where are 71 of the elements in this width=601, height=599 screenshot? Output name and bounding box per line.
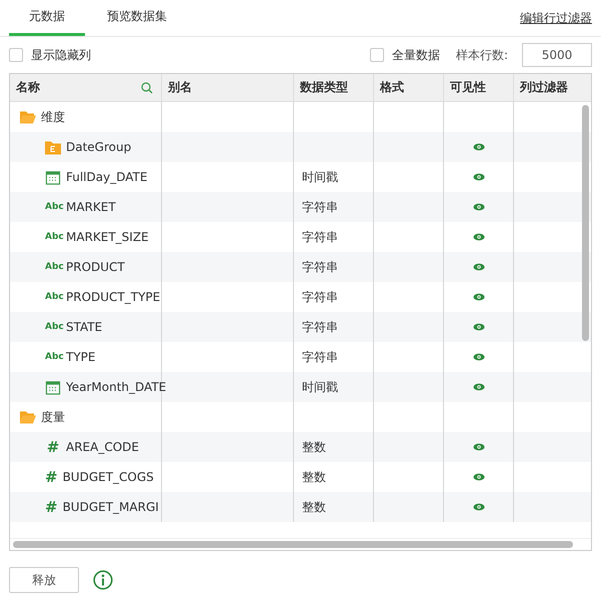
field-name: STATE [66,320,102,334]
field-name: MARKET_SIZE [66,230,149,244]
field-name: PRODUCT [66,260,125,274]
tab[interactable]: 元数据 [9,0,85,36]
search-icon[interactable] [141,82,153,94]
column-header[interactable]: 列过滤器 [514,74,591,101]
eye-icon[interactable] [472,383,484,391]
column-header[interactable]: 别名 [162,74,294,101]
string-type-icon: Abc [45,292,61,302]
calendar-icon [45,380,61,394]
eye-icon[interactable] [472,503,484,511]
data-type: 字符串 [302,318,338,336]
eye-icon[interactable] [472,323,484,331]
tab[interactable]: 预览数据集 [87,0,187,36]
field-name: BUDGET_COGS [62,470,154,484]
checkbox[interactable] [370,48,384,62]
eye-icon[interactable] [472,143,484,151]
sample-rows-field[interactable]: 5000 [522,43,592,67]
calendar-icon [45,170,61,184]
string-type-icon: Abc [45,262,61,272]
field-name: 维度 [41,108,65,126]
string-type-icon: Abc [45,202,61,212]
data-type: 整数 [302,468,326,486]
edit-row-filter-link[interactable]: 编辑行过滤器 [520,10,592,27]
sample-rows-label: 样本行数: [456,46,508,64]
data-type: 时间戳 [302,168,338,186]
folder-icon [20,410,36,424]
eye-icon[interactable] [472,173,484,181]
data-type: 整数 [302,438,326,456]
string-type-icon: Abc [45,322,61,332]
column-header[interactable]: 名称 [10,74,162,101]
eye-icon[interactable] [472,443,484,451]
data-type: 时间戳 [302,378,338,396]
field-name: AREA_CODE [66,440,139,454]
eye-icon[interactable] [472,203,484,211]
string-type-icon: Abc [45,352,61,362]
data-type: 字符串 [302,288,338,306]
data-type: 字符串 [302,258,338,276]
field-name: BUDGET_MARGI [62,500,159,514]
column-header[interactable]: 数据类型 [294,74,374,101]
field-name: TYPE [66,350,96,364]
number-type-icon: # [45,438,61,456]
eye-icon[interactable] [472,293,484,301]
checkbox-label: 显示隐藏列 [31,46,91,64]
eye-icon[interactable] [472,473,484,481]
field-name: DateGroup [66,140,132,154]
folder-icon [20,110,36,124]
field-name: FullDay_DATE [66,170,148,184]
data-type: 字符串 [302,198,338,216]
eye-icon[interactable] [472,263,484,271]
eye-icon[interactable] [472,233,484,241]
release-button[interactable]: 释放 [9,567,79,593]
field-name: MARKET [66,200,116,214]
checkbox-label: 全量数据 [392,46,440,64]
field-name: PRODUCT_TYPE [66,290,160,304]
eye-icon[interactable] [472,353,484,361]
string-type-icon: Abc [45,232,61,242]
number-type-icon: # [45,498,58,516]
folder-icon [45,140,61,154]
data-type: 字符串 [302,348,338,366]
data-type: 整数 [302,498,326,516]
field-name: YearMonth_DATE [66,380,166,394]
data-type: 字符串 [302,228,338,246]
scrollbar[interactable] [582,105,589,341]
number-type-icon: # [45,468,58,486]
column-header[interactable]: 格式 [374,74,444,101]
column-header[interactable]: 可见性 [444,74,514,101]
info-icon[interactable] [93,570,113,590]
checkbox[interactable] [9,48,23,62]
scrollbar[interactable] [13,541,573,548]
field-name: 度量 [41,408,65,426]
